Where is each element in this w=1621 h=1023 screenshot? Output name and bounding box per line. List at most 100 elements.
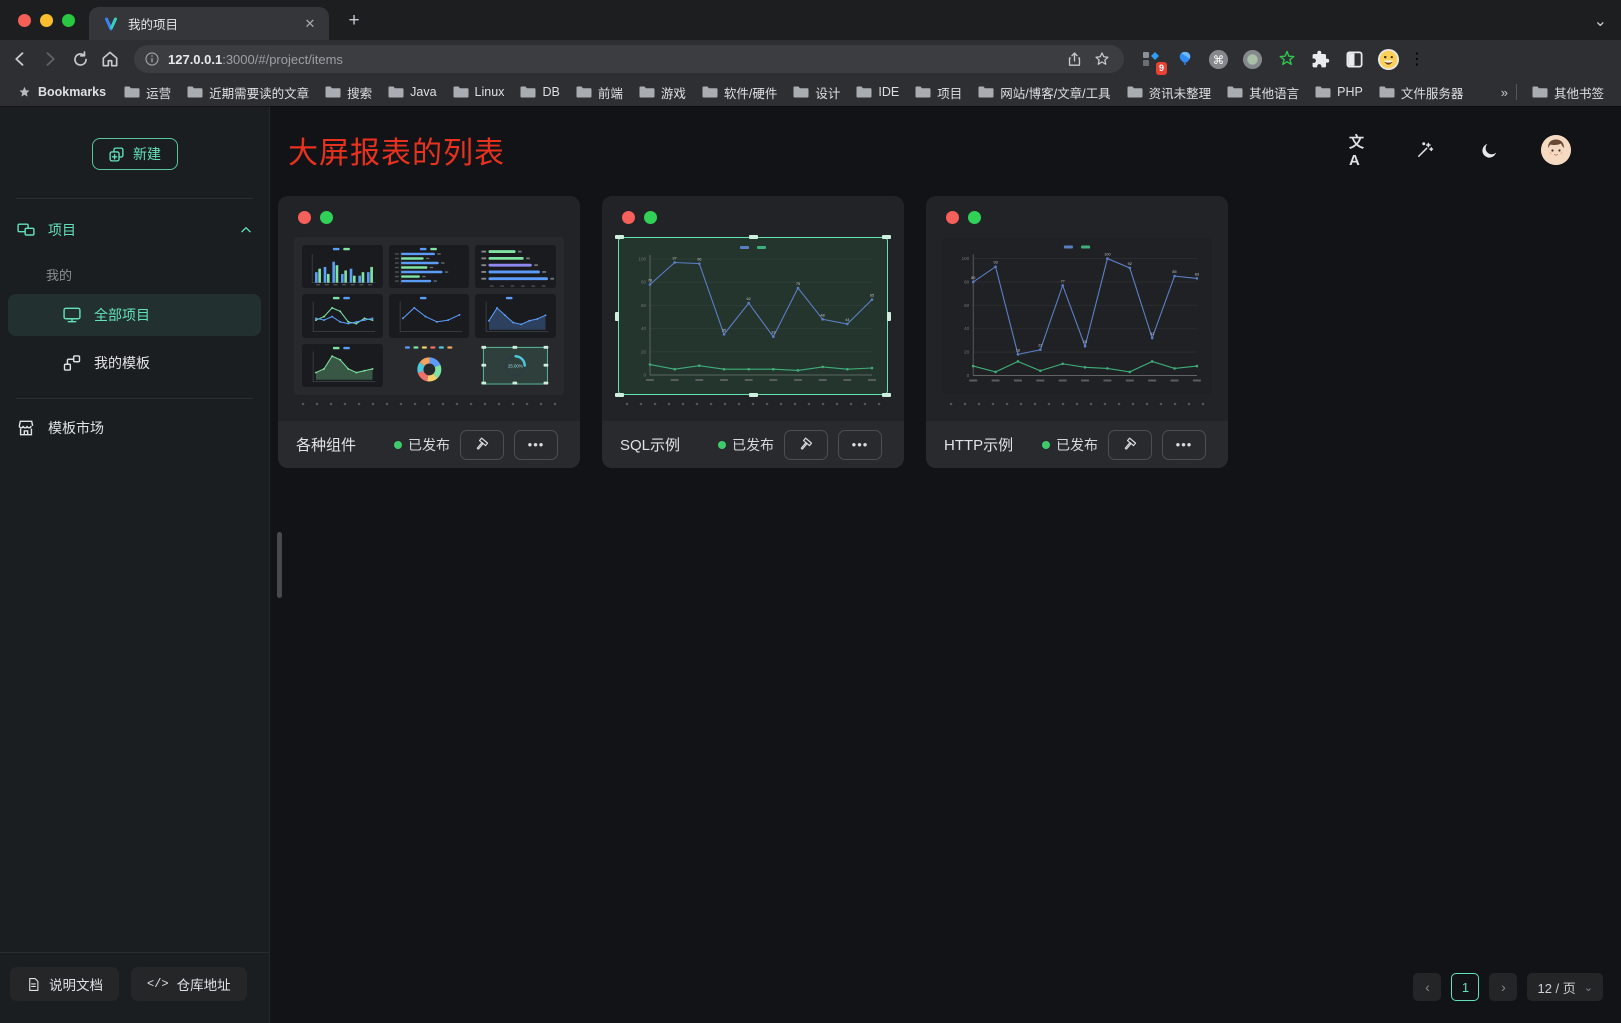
bookmark-folder[interactable]: 资讯未整理 [1120, 81, 1219, 104]
repo-button[interactable]: </> 仓库地址 [131, 967, 247, 1001]
edit-hammer-button[interactable] [1108, 430, 1152, 460]
profile-avatar-icon[interactable] [1376, 47, 1401, 72]
new-project-button[interactable]: 新建 [92, 138, 178, 170]
project-card[interactable]: 25.00% 各种组件 已发布 ••• [278, 196, 580, 468]
svg-text:85: 85 [1172, 270, 1176, 274]
next-page-button[interactable]: › [1489, 973, 1517, 1001]
status-dot [718, 441, 726, 449]
card-preview[interactable]: 25.00% [294, 237, 564, 395]
project-cards: 25.00% 各种组件 已发布 ••• [270, 172, 1621, 468]
magic-wand-icon[interactable] [1413, 138, 1437, 162]
chevron-up-icon[interactable] [239, 223, 253, 237]
more-options-button[interactable]: ••• [838, 430, 882, 460]
bookmark-folder[interactable]: 软件/硬件 [695, 81, 784, 104]
selection-handle [882, 393, 891, 397]
sidebar-item-my-templates[interactable]: 我的模板 [8, 342, 261, 384]
reload-icon[interactable] [66, 45, 94, 73]
tab-search-icon[interactable]: ⌄ [1594, 11, 1607, 31]
bookmark-folder[interactable]: 游戏 [632, 81, 693, 104]
sidebar-item-template-market[interactable]: 模板市场 [0, 407, 269, 449]
browser-tab[interactable]: 我的项目 ✕ [89, 7, 329, 40]
bookmarks-root[interactable]: Bookmarks [10, 83, 113, 102]
bookmark-folder[interactable]: Linux [446, 83, 512, 101]
scrollbar-thumb[interactable] [277, 532, 282, 598]
main-content: 大屏报表的列表 文A [270, 106, 1621, 1023]
sidebar-item-all-projects[interactable]: 全部项目 [8, 294, 261, 336]
bookmark-folder[interactable]: 运营 [117, 81, 178, 104]
prev-page-button[interactable]: ‹ [1413, 973, 1441, 1001]
dark-mode-moon-icon[interactable] [1477, 138, 1501, 162]
bookmark-folder[interactable]: 近期需要读的文章 [180, 81, 316, 104]
tab-strip: 我的项目 ✕ + ⌄ [0, 0, 1621, 40]
browser-toolbar: 127.0.0.1:3000/#/project/items 9 ⌘ [0, 40, 1621, 78]
forward-icon[interactable] [36, 45, 64, 73]
user-avatar[interactable] [1541, 135, 1571, 165]
recorder-extension-icon[interactable] [1240, 47, 1265, 72]
bookmark-folder[interactable]: 文件服务器 [1372, 81, 1471, 104]
card-footer: SQL示例 已发布 ••• [602, 421, 904, 468]
split-screen-extension-icon[interactable] [1342, 47, 1367, 72]
more-options-button[interactable]: ••• [1162, 430, 1206, 460]
home-icon[interactable] [96, 45, 124, 73]
extensions-puzzle-icon[interactable] [1308, 47, 1333, 72]
current-page-button[interactable]: 1 [1451, 973, 1479, 1001]
mini-chart-bar [302, 245, 383, 288]
green-star-extension-icon[interactable] [1274, 47, 1299, 72]
status-badge: 已发布 [718, 435, 774, 455]
sidebar-section-project[interactable]: 项目 [0, 209, 269, 251]
bookmark-folder[interactable]: 其他语言 [1220, 81, 1306, 104]
docs-button[interactable]: 说明文档 [10, 967, 119, 1001]
project-card[interactable]: 02040608010078979635623375484465 SQL示例 已… [602, 196, 904, 468]
bookmark-folder[interactable]: 搜索 [318, 81, 379, 104]
mini-chart-areaG [302, 344, 383, 387]
selection-handle [615, 235, 624, 239]
project-card[interactable]: 02040608010080931822772510092328583 HTTP… [926, 196, 1228, 468]
card-preview-selected[interactable]: 02040608010078979635623375484465 [618, 237, 888, 395]
cmd-extension-icon[interactable]: ⌘ [1206, 47, 1231, 72]
share-icon[interactable] [1060, 45, 1088, 73]
bookmark-folder[interactable]: PHP [1308, 83, 1370, 101]
svg-text:62: 62 [747, 297, 751, 301]
url-text: 127.0.0.1:3000/#/project/items [168, 52, 1060, 67]
bookmarks-separator [1516, 84, 1517, 100]
card-window-dots [926, 196, 1228, 224]
bookmark-folder[interactable]: DB [513, 83, 566, 101]
svg-text:20: 20 [641, 349, 647, 354]
close-window-button[interactable] [18, 14, 31, 27]
sidebar-divider [16, 198, 253, 199]
balloon-extension-icon[interactable] [1172, 47, 1197, 72]
line-chart: 02040608010078979635623375484465 [622, 241, 884, 391]
selection-handle [887, 312, 891, 321]
tab-close-icon[interactable]: ✕ [301, 15, 319, 33]
bookmark-star-icon[interactable] [1088, 45, 1116, 73]
bookmark-folder[interactable]: IDE [849, 83, 906, 101]
more-options-button[interactable]: ••• [514, 430, 558, 460]
bookmark-folder[interactable]: 设计 [786, 81, 847, 104]
green-dot [320, 211, 333, 224]
back-icon[interactable] [6, 45, 34, 73]
page-size-select[interactable]: 12 / 页 ⌄ [1527, 973, 1603, 1001]
browser-menu-icon[interactable]: ⋮ [1410, 47, 1424, 72]
edit-hammer-button[interactable] [784, 430, 828, 460]
translate-icon[interactable]: 文A [1349, 138, 1373, 162]
bookmark-folder[interactable]: 前端 [569, 81, 630, 104]
other-bookmarks[interactable]: 其他书签 [1525, 81, 1611, 104]
zoom-window-button[interactable] [62, 14, 75, 27]
new-tab-button[interactable]: + [341, 8, 367, 34]
selection-handle [615, 312, 619, 321]
bookmark-folder[interactable]: Java [381, 83, 443, 101]
bookmark-folder[interactable]: 项目 [908, 81, 969, 104]
bookmarks-overflow-icon[interactable]: » [1501, 85, 1508, 100]
document-icon [26, 977, 41, 992]
tab-title: 我的项目 [128, 14, 292, 33]
site-info-icon[interactable] [144, 51, 160, 67]
project-name: HTTP示例 [944, 434, 1032, 455]
card-preview[interactable]: 02040608010080931822772510092328583 [942, 237, 1212, 395]
bookmarks-overflow-area: » 其他书签 [1501, 81, 1611, 104]
edit-hammer-button[interactable] [460, 430, 504, 460]
utools-extension-icon[interactable]: 9 [1138, 47, 1163, 72]
bookmark-folder[interactable]: 网站/博客/文章/工具 [971, 81, 1117, 104]
minimize-window-button[interactable] [40, 14, 53, 27]
address-bar[interactable]: 127.0.0.1:3000/#/project/items [134, 45, 1124, 73]
traffic-lights [0, 0, 89, 40]
